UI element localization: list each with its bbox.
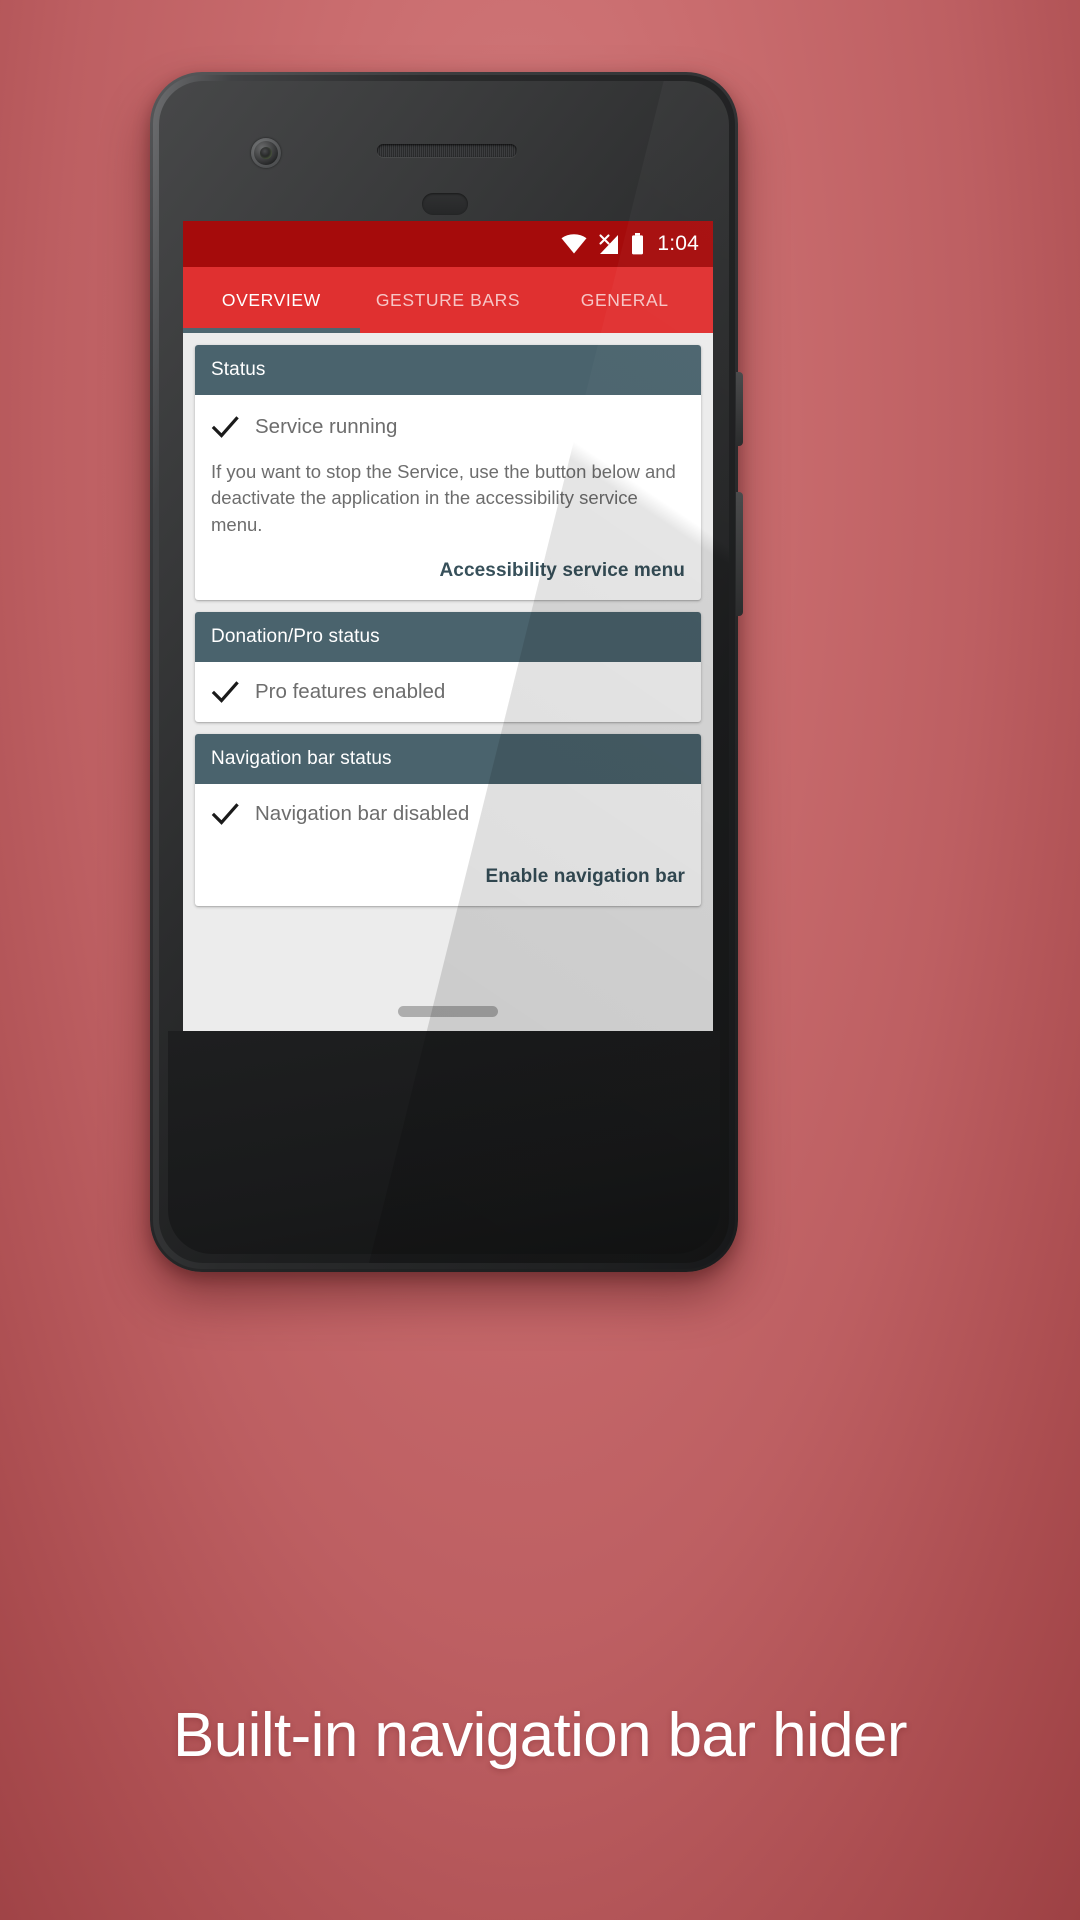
navigation-bar-disabled-row: Navigation bar disabled <box>195 784 701 844</box>
card-navigation-bar-action-row: Enable navigation bar <box>195 844 701 906</box>
tab-general[interactable]: GENERAL <box>536 267 713 333</box>
gesture-home-pill[interactable] <box>398 1006 498 1017</box>
card-status-title: Status <box>195 345 701 395</box>
tab-overview-label: OVERVIEW <box>221 289 321 310</box>
phone-chin <box>168 1031 720 1254</box>
phone-bezel: 1:04 OVERVIEW GESTURE BARS GENERAL Statu… <box>159 81 729 1263</box>
power-button[interactable] <box>736 372 743 446</box>
service-running-row: Service running <box>195 395 701 457</box>
tab-gesture-bars[interactable]: GESTURE BARS <box>360 267 537 333</box>
proximity-sensor <box>422 193 468 215</box>
service-running-label: Service running <box>255 415 398 438</box>
pro-features-row: Pro features enabled <box>195 662 701 722</box>
status-bar-clock: 1:04 <box>657 232 699 255</box>
tab-general-label: GENERAL <box>580 289 669 310</box>
check-icon <box>211 681 239 703</box>
overview-content: Status Service running If you want to st… <box>183 333 713 1031</box>
card-donation-pro-title: Donation/Pro status <box>195 611 701 662</box>
card-status-body: Service running If you want to stop the … <box>195 395 701 600</box>
card-navigation-bar-title: Navigation bar status <box>195 733 701 784</box>
card-donation-pro-body: Pro features enabled <box>195 662 701 722</box>
battery-icon <box>632 233 644 255</box>
card-status: Status Service running If you want to st… <box>195 345 701 600</box>
card-navigation-bar-status: Navigation bar status Navigation bar dis… <box>195 733 701 906</box>
tab-overview[interactable]: OVERVIEW <box>183 267 360 333</box>
cell-signal-off-icon <box>599 233 619 254</box>
accessibility-service-menu-button[interactable]: Accessibility service menu <box>439 560 685 582</box>
tab-gesture-bars-label: GESTURE BARS <box>375 289 521 310</box>
card-navigation-bar-body: Navigation bar disabled Enable navigatio… <box>195 784 701 906</box>
navigation-bar-disabled-label: Navigation bar disabled <box>255 801 470 825</box>
card-donation-pro-status: Donation/Pro status Pro features enabled <box>195 611 701 722</box>
card-status-action-row: Accessibility service menu <box>195 538 701 600</box>
android-status-bar: 1:04 <box>183 221 713 267</box>
check-icon <box>211 803 239 825</box>
earpiece-speaker <box>377 144 517 157</box>
wifi-icon <box>561 234 587 254</box>
enable-navigation-bar-button[interactable]: Enable navigation bar <box>485 866 685 888</box>
volume-button[interactable] <box>736 492 743 616</box>
phone-mockup: 1:04 OVERVIEW GESTURE BARS GENERAL Statu… <box>150 72 743 1272</box>
promo-caption: Built-in navigation bar hider <box>173 1701 908 1770</box>
card-status-description: If you want to stop the Service, use the… <box>211 461 676 535</box>
check-icon <box>211 416 239 438</box>
tab-bar: OVERVIEW GESTURE BARS GENERAL <box>183 267 713 333</box>
front-camera-icon <box>251 138 281 168</box>
phone-screen: 1:04 OVERVIEW GESTURE BARS GENERAL Statu… <box>183 221 713 1031</box>
pro-features-label: Pro features enabled <box>255 679 446 703</box>
